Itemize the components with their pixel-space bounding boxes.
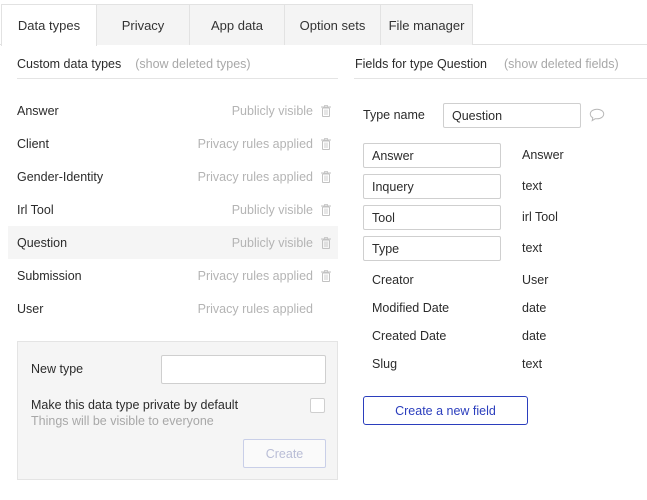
field-type: irl Tool: [522, 210, 558, 224]
type-privacy: Privacy rules applied: [197, 268, 313, 283]
new-type-input[interactable]: [161, 355, 326, 384]
type-name: Client: [17, 136, 49, 151]
trash-icon[interactable]: [319, 136, 333, 152]
field-type: text: [522, 357, 543, 371]
fields-header: Fields for type Question (show deleted f…: [355, 55, 619, 73]
type-name: Irl Tool: [17, 202, 54, 217]
tab-bar: Data types Privacy App data Option sets …: [0, 0, 647, 46]
type-row-client[interactable]: Client Privacy rules applied: [8, 127, 338, 160]
type-privacy: Privacy rules applied: [197, 136, 313, 151]
field-type: text: [522, 241, 543, 255]
type-privacy: Privacy rules applied: [197, 169, 313, 184]
type-row-question[interactable]: Question Publicly visible: [8, 226, 338, 259]
type-name: Gender-Identity: [17, 169, 104, 184]
type-privacy: Publicly visible: [231, 103, 313, 118]
field-type: date: [522, 329, 547, 343]
left-header-divider: [17, 78, 338, 79]
field-name: Modified Date: [372, 301, 450, 315]
type-name-input[interactable]: Question: [443, 103, 581, 128]
show-deleted-fields-link[interactable]: (show deleted fields): [504, 57, 619, 71]
custom-types-header: Custom data types (show deleted types): [17, 55, 251, 73]
type-row-answer[interactable]: Answer Publicly visible: [8, 94, 338, 127]
field-type: text: [522, 179, 543, 193]
field-name-input[interactable]: Answer: [363, 143, 501, 168]
field-name: Slug: [372, 357, 398, 371]
tab-option-sets[interactable]: Option sets: [284, 4, 381, 45]
field-name-input[interactable]: Type: [363, 236, 501, 261]
tab-privacy[interactable]: Privacy: [96, 4, 190, 45]
type-name: Answer: [17, 103, 59, 118]
type-privacy: Publicly visible: [231, 202, 313, 217]
field-type: Answer: [522, 148, 564, 162]
tab-data-types[interactable]: Data types: [1, 4, 97, 46]
trash-icon[interactable]: [319, 235, 333, 251]
private-default-hint: Things will be visible to everyone: [31, 414, 214, 428]
type-row-submission[interactable]: Submission Privacy rules applied: [8, 259, 338, 292]
type-name: Question: [17, 235, 68, 250]
field-name-input[interactable]: Tool: [363, 205, 501, 230]
type-privacy: Publicly visible: [231, 235, 313, 250]
type-row-gender-identity[interactable]: Gender-Identity Privacy rules applied: [8, 160, 338, 193]
fields-title: Fields for type Question: [355, 57, 488, 71]
trash-icon[interactable]: [319, 103, 333, 119]
field-type: User: [522, 273, 549, 287]
custom-types-title: Custom data types: [17, 57, 122, 71]
type-name: Submission: [17, 268, 82, 283]
type-row-user[interactable]: User Privacy rules applied: [8, 292, 338, 325]
field-type: date: [522, 301, 547, 315]
tab-file-manager[interactable]: File manager: [380, 4, 473, 45]
show-deleted-types-link[interactable]: (show deleted types): [135, 57, 250, 71]
field-name-input[interactable]: Inquery: [363, 174, 501, 199]
type-name-label: Type name: [363, 108, 425, 122]
type-privacy: Privacy rules applied: [197, 301, 313, 316]
field-name: Creator: [372, 273, 414, 287]
new-type-label: New type: [31, 362, 84, 376]
right-header-divider: [354, 78, 647, 79]
comment-icon[interactable]: [589, 108, 605, 122]
type-name: User: [17, 301, 44, 316]
create-type-button[interactable]: Create: [243, 439, 326, 468]
tab-app-data[interactable]: App data: [189, 4, 285, 45]
trash-icon[interactable]: [319, 202, 333, 218]
trash-icon[interactable]: [319, 268, 333, 284]
new-type-panel: New type Make this data type private by …: [17, 341, 338, 480]
field-name: Created Date: [372, 329, 447, 343]
create-new-field-button[interactable]: Create a new field: [363, 396, 528, 425]
private-default-checkbox[interactable]: [310, 398, 325, 413]
trash-icon[interactable]: [319, 169, 333, 185]
type-row-irl-tool[interactable]: Irl Tool Publicly visible: [8, 193, 338, 226]
private-default-label: Make this data type private by default: [31, 398, 239, 412]
